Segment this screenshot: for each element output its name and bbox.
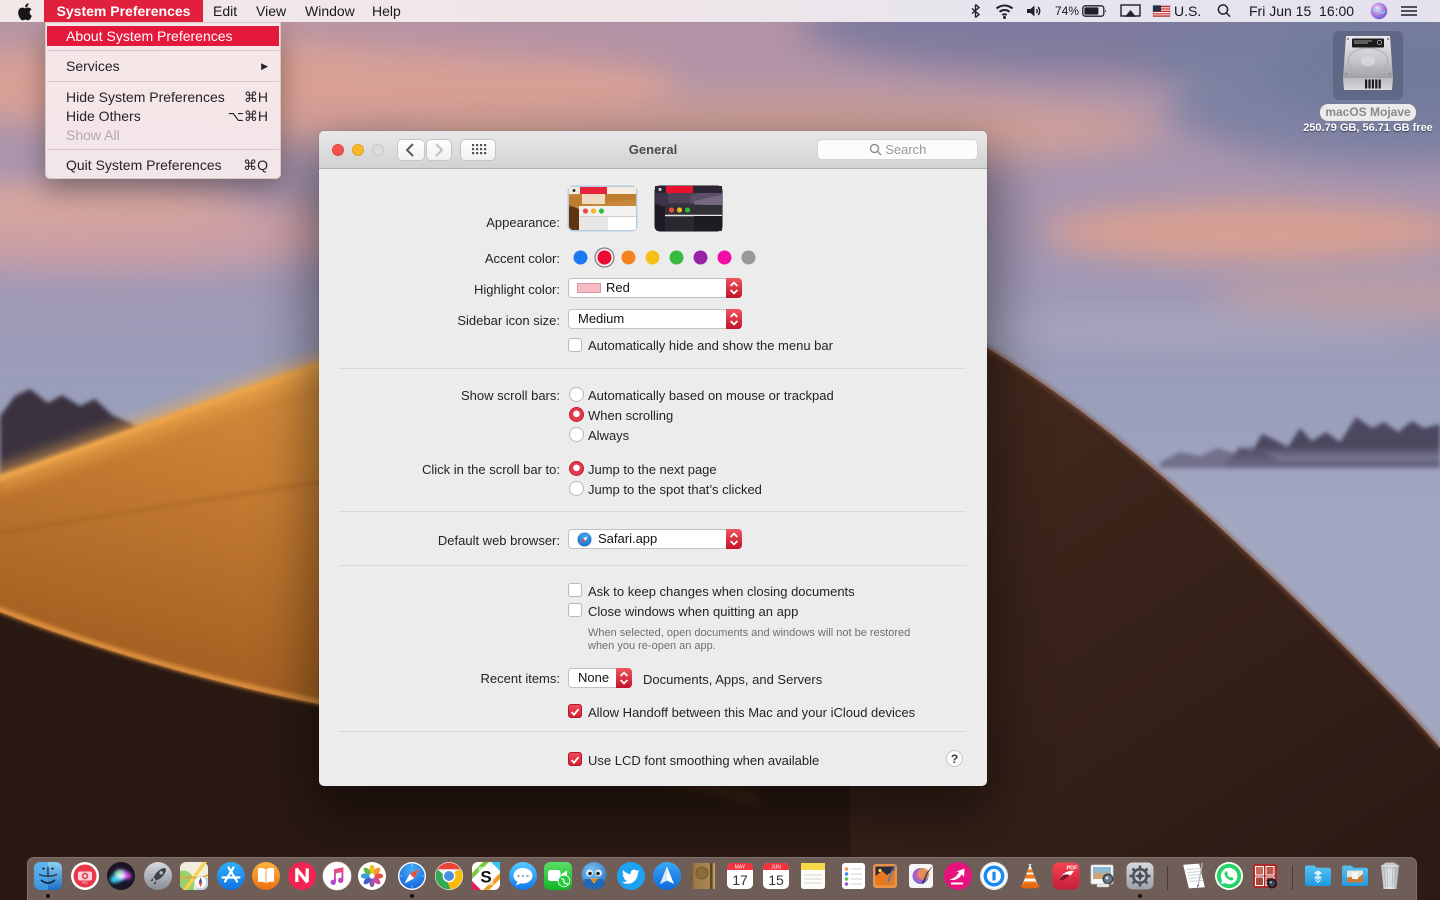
svg-text:JUN: JUN (771, 865, 781, 871)
svg-text:17: 17 (732, 872, 748, 888)
svg-text:MAY: MAY (735, 865, 746, 871)
svg-text:S: S (480, 868, 491, 887)
svg-text:HEC: HEC (81, 881, 88, 885)
svg-text:PDF: PDF (1067, 866, 1079, 872)
svg-text:15: 15 (768, 872, 784, 888)
